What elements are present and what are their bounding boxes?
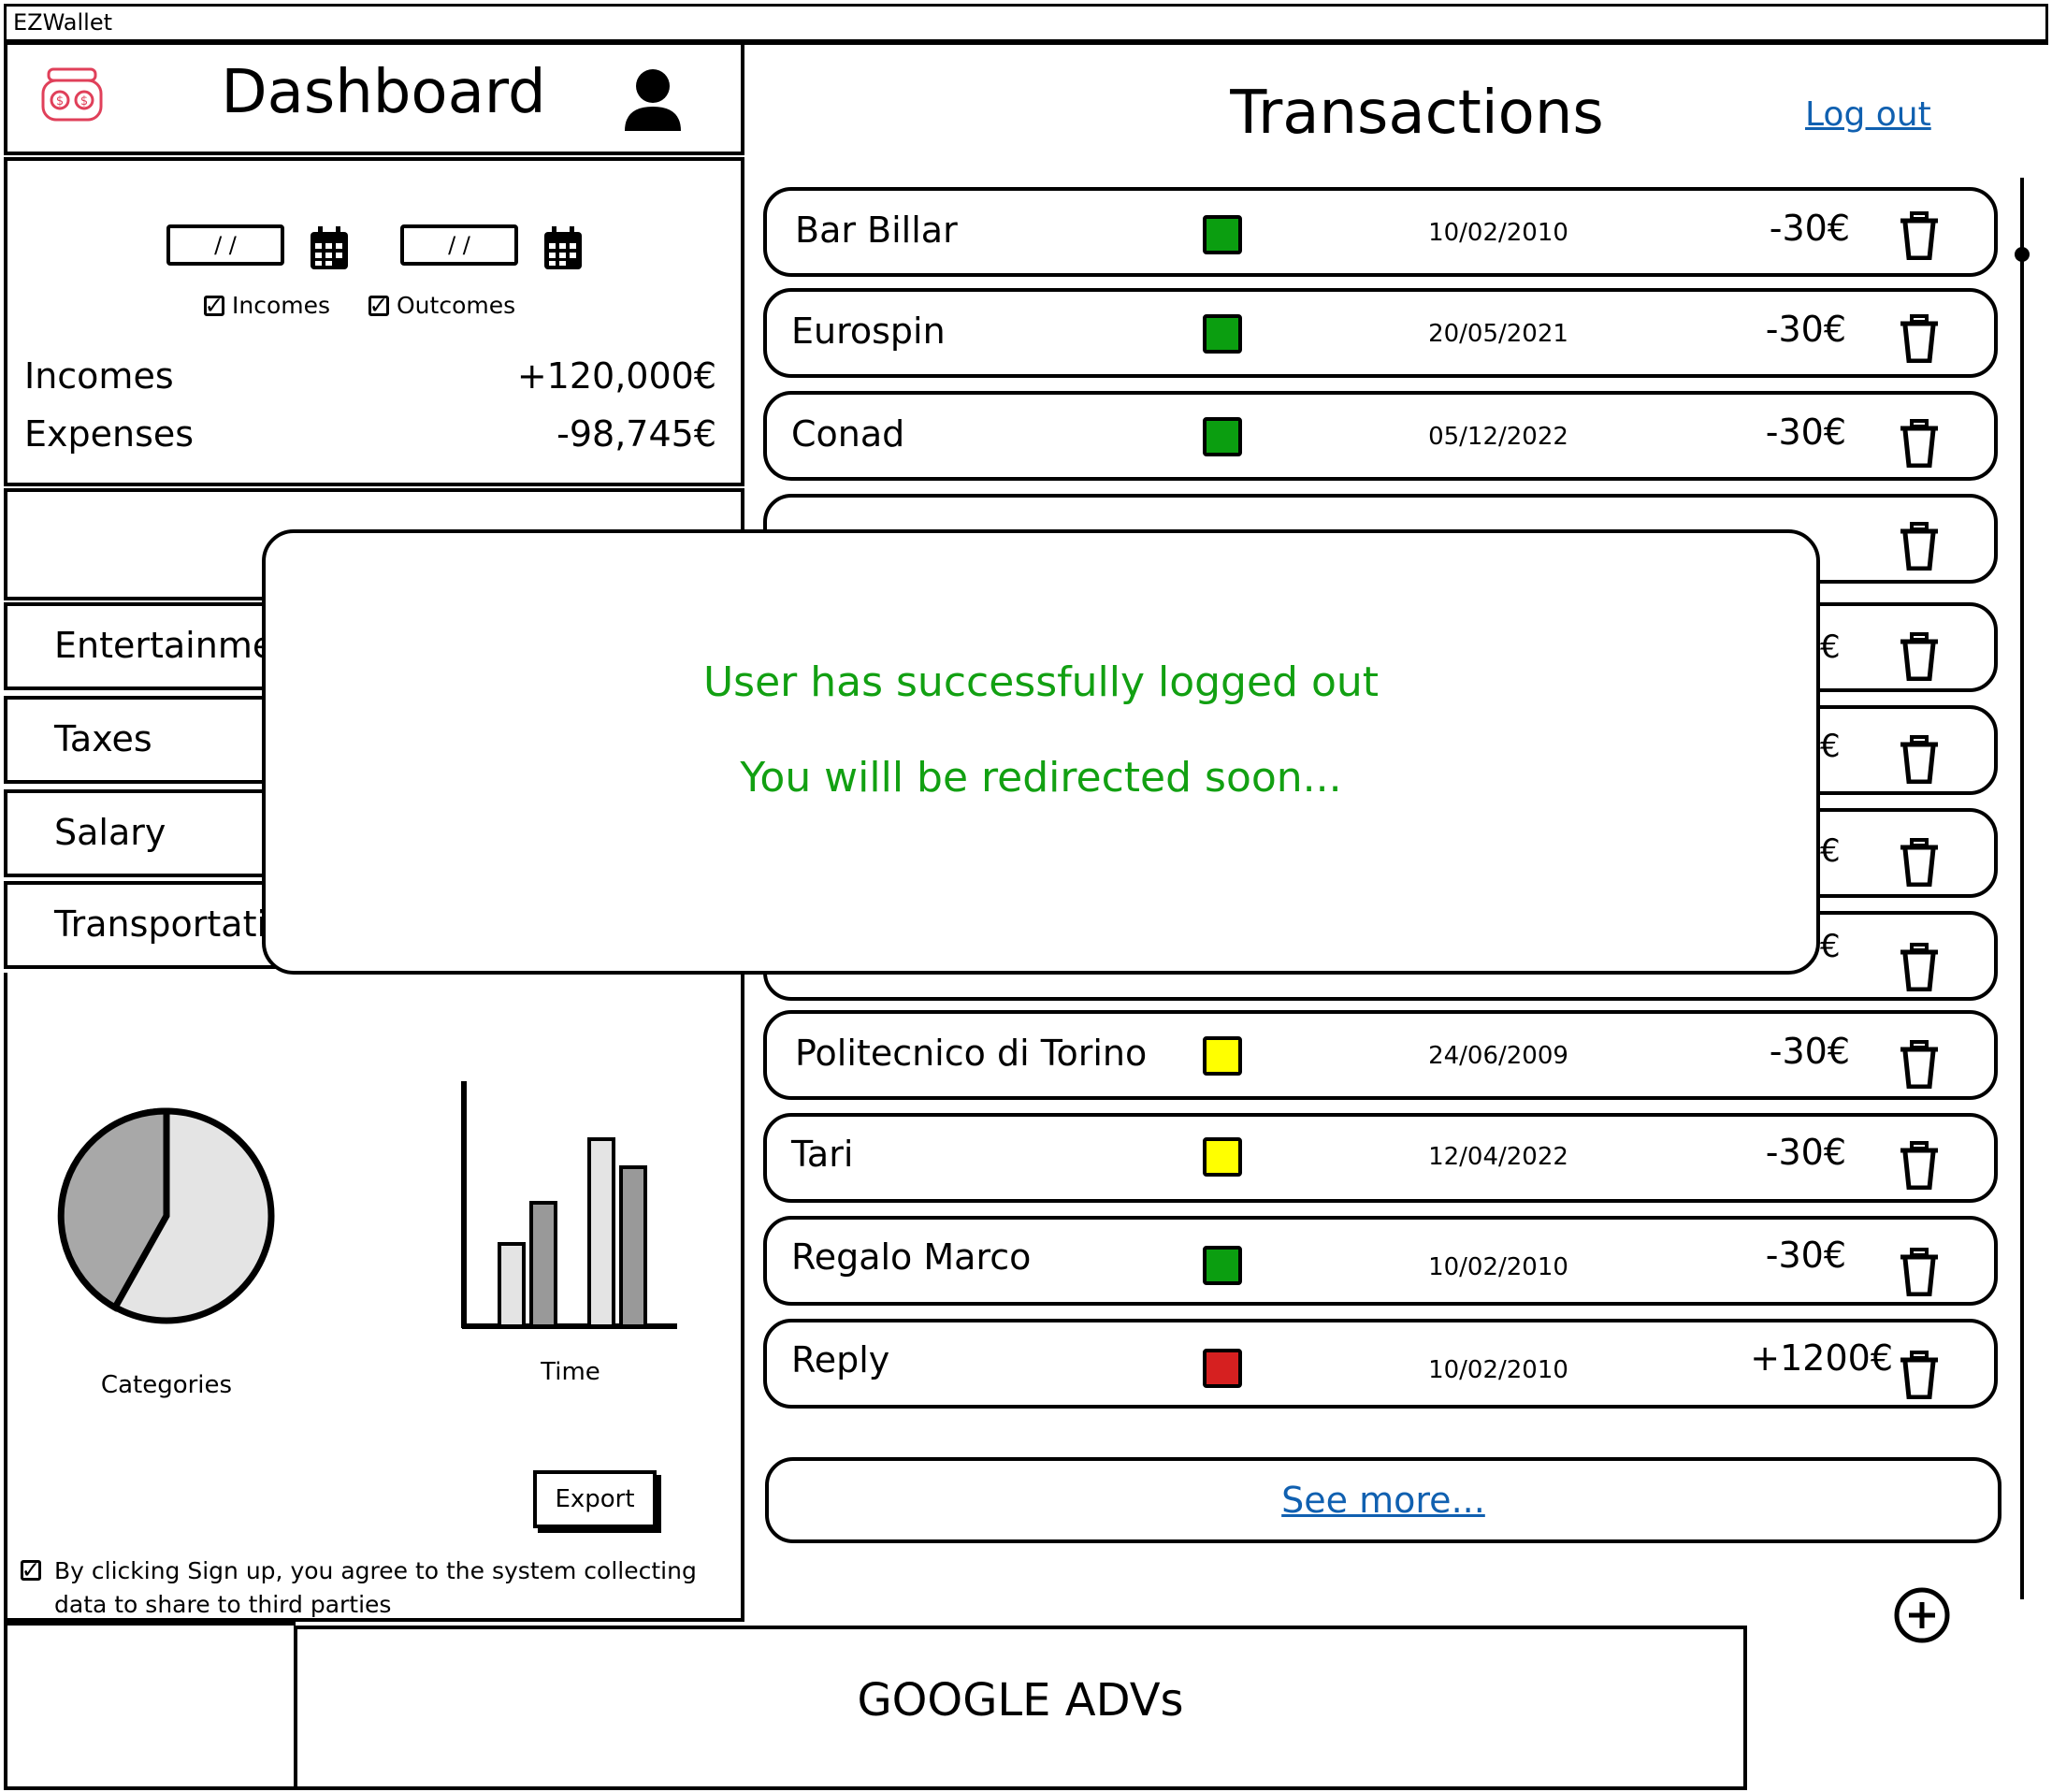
transaction-amount: -30€ (1769, 208, 1850, 249)
date-to-input[interactable]: / / (400, 224, 518, 266)
bar-chart (456, 1077, 681, 1336)
transaction-row[interactable]: Conad 05/12/2022 -30€ (763, 391, 1998, 481)
pie-chart (54, 1104, 279, 1332)
trash-icon[interactable] (1900, 1141, 1938, 1191)
transaction-category-color (1203, 314, 1242, 354)
expenses-label: Expenses (24, 413, 195, 455)
see-more-link[interactable]: See more... (769, 1480, 1998, 1521)
consent-row: ✓ By clicking Sign up, you agree to the … (21, 1554, 731, 1622)
export-button[interactable]: Export (533, 1470, 657, 1528)
incomes-checkbox[interactable]: ✓ Incomes (204, 292, 330, 319)
ad-left-spacer (4, 1622, 296, 1790)
outcomes-checkbox-label: Outcomes (397, 292, 516, 319)
transactions-title: Transactions (1230, 79, 1604, 148)
logout-success-message: User has successfully logged out (702, 658, 1380, 706)
redirect-message: You willl be redirected soon... (740, 754, 1342, 802)
transaction-amount: -30€ (1769, 1031, 1850, 1072)
svg-text:$: $ (56, 94, 64, 108)
transaction-amount: +1200€ (1750, 1337, 1893, 1379)
transaction-name: Bar Billar (795, 210, 958, 251)
transaction-date: 10/02/2010 (1428, 1356, 1568, 1384)
dashboard-title: Dashboard (221, 58, 546, 127)
trash-icon[interactable] (1900, 314, 1938, 364)
svg-text:$: $ (80, 94, 88, 108)
transaction-amount: € (1820, 832, 1841, 870)
transaction-amount: € (1820, 928, 1841, 965)
transaction-name: Tari (791, 1134, 854, 1175)
trash-icon[interactable] (1900, 838, 1938, 888)
pie-chart-label: Categories (100, 1371, 233, 1399)
transaction-amount: -30€ (1765, 412, 1846, 453)
bar-chart-label: Time (541, 1358, 600, 1386)
category-item-label: Entertainme (54, 625, 275, 666)
incomes-value: +120,000€ (516, 355, 716, 397)
checkmark-icon: ✓ (368, 292, 389, 319)
checkmark-icon: ✓ (204, 292, 224, 319)
transaction-date: 10/02/2010 (1428, 219, 1568, 247)
trash-icon[interactable] (1900, 522, 1938, 571)
scrollbar-thumb[interactable] (2015, 247, 2030, 262)
category-item-label: Salary (54, 812, 166, 853)
trash-icon[interactable] (1900, 632, 1938, 682)
add-transaction-icon[interactable] (1893, 1586, 1951, 1644)
date-from-input[interactable]: / / (166, 224, 284, 266)
transaction-name: Politecnico di Torino (795, 1033, 1148, 1074)
transaction-category-color (1203, 215, 1242, 254)
trash-icon[interactable] (1900, 1248, 1938, 1297)
app-title: EZWallet (13, 9, 113, 36)
checkmark-icon[interactable]: ✓ (21, 1556, 41, 1583)
transaction-amount: -30€ (1765, 1132, 1846, 1173)
transaction-name: Eurospin (791, 311, 946, 352)
transaction-row[interactable]: Eurospin 20/05/2021 -30€ (763, 288, 1998, 378)
trash-icon[interactable] (1900, 943, 1938, 992)
trash-icon[interactable] (1900, 735, 1938, 785)
transaction-category-color (1203, 1137, 1242, 1177)
see-more-button[interactable]: See more... (765, 1457, 2001, 1543)
trash-icon[interactable] (1900, 1040, 1938, 1090)
consent-text: By clicking Sign up, you agree to the sy… (54, 1557, 697, 1618)
transaction-row[interactable]: Reply 10/02/2010 +1200€ (763, 1319, 1998, 1409)
right-panel-top-border (744, 41, 2048, 45)
ad-banner-label: GOOGLE ADVs (857, 1674, 1184, 1727)
transaction-amount: -30€ (1765, 309, 1846, 350)
transaction-amount: -30€ (1765, 1235, 1846, 1276)
transaction-row[interactable]: Tari 12/04/2022 -30€ (763, 1113, 1998, 1203)
transaction-category-color (1203, 1246, 1242, 1285)
trash-icon[interactable] (1900, 211, 1938, 261)
trash-icon[interactable] (1900, 419, 1938, 469)
incomes-checkbox-label: Incomes (232, 292, 331, 319)
transaction-amount: € (1820, 629, 1841, 666)
transaction-name: Regalo Marco (791, 1236, 1032, 1278)
user-profile-icon[interactable] (621, 65, 685, 133)
transaction-name: Reply (791, 1339, 890, 1380)
outcomes-checkbox[interactable]: ✓ Outcomes (368, 292, 515, 319)
transaction-name: Conad (791, 413, 905, 455)
calendar-icon[interactable] (542, 226, 584, 271)
category-item-label: Taxes (54, 718, 152, 759)
window-titlebar (4, 4, 2048, 43)
category-item-label: Transportati (54, 903, 267, 945)
logout-link[interactable]: Log out (1805, 95, 1931, 134)
transaction-category-color (1203, 417, 1242, 456)
transaction-date: 10/02/2010 (1428, 1253, 1568, 1281)
trash-icon[interactable] (1900, 1351, 1938, 1400)
scrollbar[interactable] (2020, 178, 2024, 1599)
transaction-date: 20/05/2021 (1428, 320, 1568, 348)
transaction-category-color (1203, 1349, 1242, 1388)
wallet-logo-icon: $ $ (39, 65, 107, 125)
transaction-row[interactable]: Bar Billar 10/02/2010 -30€ (763, 187, 1998, 277)
expenses-value: -98,745€ (556, 413, 716, 455)
logout-success-modal: User has successfully logged out You wil… (262, 529, 1820, 975)
transaction-row[interactable]: Politecnico di Torino 24/06/2009 -30€ (763, 1010, 1998, 1100)
transaction-row[interactable]: Regalo Marco 10/02/2010 -30€ (763, 1216, 1998, 1306)
transaction-amount: € (1820, 728, 1841, 765)
transaction-date: 05/12/2022 (1428, 423, 1568, 451)
calendar-icon[interactable] (309, 226, 350, 271)
transaction-date: 12/04/2022 (1428, 1143, 1568, 1171)
transaction-category-color (1203, 1036, 1242, 1076)
transaction-date: 24/06/2009 (1428, 1042, 1568, 1070)
incomes-label: Incomes (24, 355, 174, 397)
